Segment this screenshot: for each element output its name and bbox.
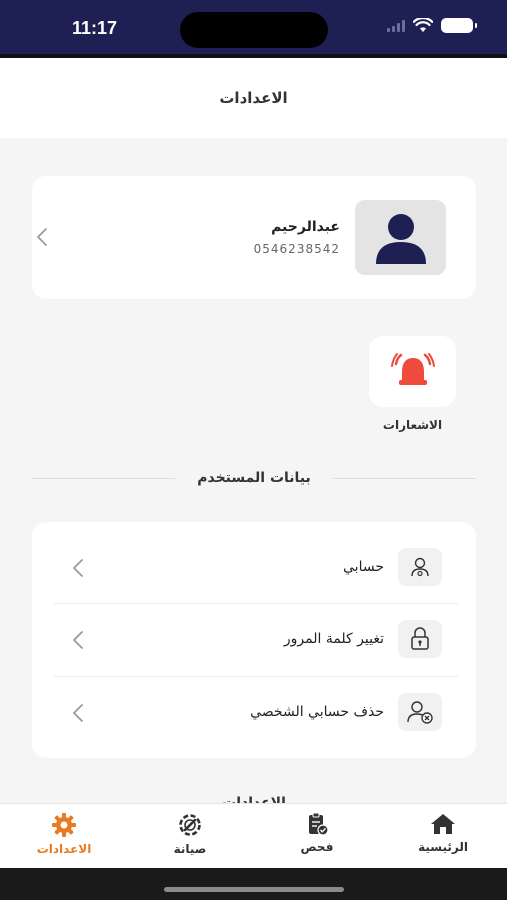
dynamic-island: [180, 12, 328, 48]
user-settings-card: حسابي تغيير كلمة المرور حذف حسابي الشخصي: [32, 522, 476, 758]
list-item-my-account[interactable]: حسابي: [54, 532, 458, 604]
profile-name: عبدالرحيم: [271, 219, 340, 235]
tab-settings[interactable]: الاعدادات: [14, 812, 114, 856]
list-item-label: تغيير كلمة المرور: [283, 631, 384, 647]
list-item-change-password[interactable]: تغيير كلمة المرور: [54, 604, 458, 676]
chevron-left-icon[interactable]: [32, 227, 52, 247]
profile-card[interactable]: عبدالرحيم 0546238542: [32, 176, 476, 299]
chevron-left-icon: [68, 558, 88, 578]
tab-home[interactable]: الرئيسية: [393, 812, 493, 854]
user-remove-icon: [398, 693, 442, 731]
home-indicator-area: [0, 868, 507, 900]
tab-label: فحص: [300, 840, 334, 854]
status-time: 11:17: [72, 18, 118, 38]
section-user-data: بيانات المستخدم: [32, 470, 476, 486]
status-bar: 11:17: [0, 0, 507, 54]
list-item-label: حذف حسابي الشخصي: [250, 704, 384, 720]
page-header: الاعدادات: [0, 54, 507, 138]
divider-line: [32, 477, 176, 479]
tab-label: الاعدادات: [36, 842, 92, 856]
home-icon: [431, 814, 455, 834]
section-title: بيانات المستخدم: [197, 470, 311, 486]
tab-label: صيانة: [173, 842, 207, 856]
avatar: [355, 200, 446, 275]
gear-icon: [52, 813, 76, 837]
wifi-icon: [413, 18, 433, 32]
status-icons: [387, 18, 477, 33]
bell-alert-icon: [390, 352, 435, 385]
home-indicator[interactable]: [164, 887, 344, 892]
clipboard-check-icon: [309, 812, 329, 836]
chevron-left-icon: [68, 703, 88, 723]
bottom-tab-bar: الرئيسية فحص صيانة الاعدادات: [0, 803, 507, 868]
notifications-label: الاشعارات: [382, 418, 443, 432]
chevron-left-icon: [68, 630, 88, 650]
profile-phone: 0546238542: [253, 242, 340, 256]
tab-label: الرئيسية: [418, 840, 468, 854]
signal-icon: [387, 19, 405, 32]
tab-inspection[interactable]: فحص: [267, 812, 367, 854]
page-title: الاعدادات: [219, 89, 288, 107]
list-item-label: حسابي: [343, 559, 384, 575]
tab-maintenance[interactable]: صيانة: [140, 812, 240, 856]
list-item-delete-account[interactable]: حذف حسابي الشخصي: [54, 677, 458, 749]
user-gear-icon: [398, 548, 442, 586]
lock-icon: [398, 620, 442, 658]
divider-line: [332, 477, 476, 479]
notifications-button[interactable]: [369, 336, 456, 407]
battery-icon: [441, 18, 477, 33]
maintenance-icon: [179, 814, 201, 836]
user-avatar-icon: [375, 213, 426, 264]
